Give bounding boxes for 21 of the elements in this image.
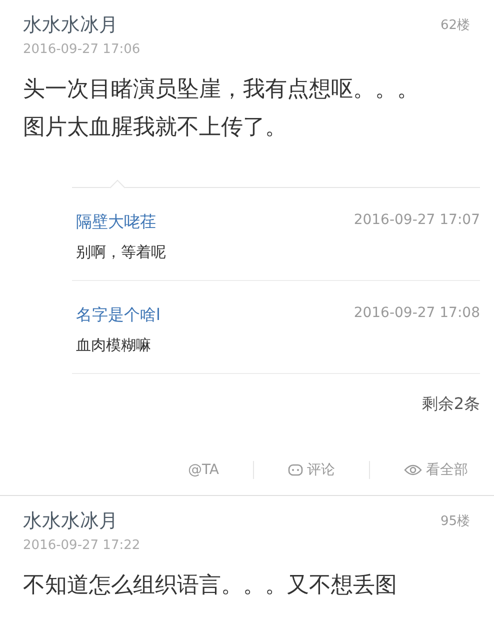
floor-number: 95楼 xyxy=(440,513,470,530)
action-button[interactable]: @TA xyxy=(176,462,231,478)
reply-time: 2016-09-27 17:08 xyxy=(354,305,480,323)
comment-icon xyxy=(288,464,303,476)
reply-author[interactable]: 隔壁大咾荏 xyxy=(76,212,156,233)
post-time: 2016-09-27 17:06 xyxy=(23,42,142,57)
reply-time: 2016-09-27 17:07 xyxy=(354,212,480,230)
post-text: 头一次目睹演员坠崖，我有点想呕。。。 xyxy=(23,76,420,104)
author-name[interactable]: 水水水冰月 xyxy=(23,12,118,38)
floor-number: 62楼 xyxy=(440,17,470,34)
reply-author[interactable]: 名字是个啥l xyxy=(76,305,160,326)
post-text: 不知道怎么组织语言。。。又不想丢图 xyxy=(23,572,398,600)
more-replies-link[interactable]: 剩余2条 xyxy=(422,394,480,415)
post-time: 2016-09-27 17:22 xyxy=(23,538,142,553)
action-button[interactable]: 看全部 xyxy=(392,461,480,479)
eye-icon xyxy=(404,464,422,476)
reply-text: 别啊，等着呢 xyxy=(76,243,167,262)
post-text: 图片太血腥我就不上传了。 xyxy=(23,114,288,142)
action-button[interactable]: 评论 xyxy=(276,461,347,479)
author-name[interactable]: 水水水冰月 xyxy=(23,508,118,534)
reply-text: 血肉模糊嘛 xyxy=(76,336,152,355)
